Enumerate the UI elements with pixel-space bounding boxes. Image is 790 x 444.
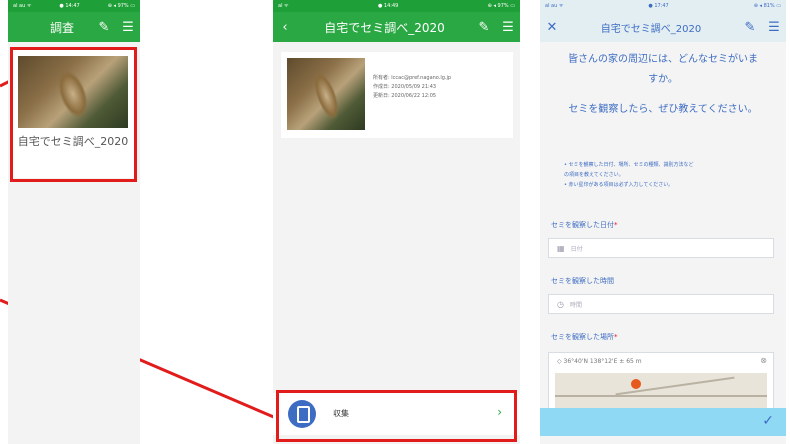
instruction-line: • セミを観察した日付、場所、セミの種類、識別方法など	[564, 162, 694, 168]
menu-icon[interactable]: ☰	[762, 20, 786, 35]
location-field[interactable]: ◇ 36°40'N 138°12'E ± 65 m ⊗	[548, 352, 774, 410]
clock-text: ● 17:47	[648, 3, 669, 9]
updated-text: 更新日: 2020/06/22 12:05	[373, 93, 437, 99]
question-line-1: 皆さんの家の周辺には、どんなセミがいま	[568, 54, 758, 65]
calendar-icon: ▦	[557, 243, 565, 253]
highlight-box-collect	[276, 390, 517, 442]
close-icon[interactable]: ✕	[540, 20, 564, 35]
app-header: ‹ 自宅でセミ調べ_2020 ✎ ☰	[273, 12, 520, 42]
app-header: 調査 ✎ ☰	[8, 12, 140, 42]
battery-text: ⊕ ◂ 97% ▭	[487, 3, 515, 9]
clear-icon[interactable]: ⊗	[760, 356, 767, 365]
submit-check-icon[interactable]: ✓	[762, 413, 774, 429]
app-header: ✕ 自宅でセミ調べ_2020 ✎ ☰	[540, 12, 786, 42]
survey-meta: 所有者: lccac@pref.nagano.lg.jp 作成日: 2020/0…	[373, 74, 451, 101]
signal-text: al ᯤ	[278, 3, 289, 9]
signal-text: al au ᯤ	[545, 3, 564, 9]
page-title: 自宅でセミ調べ_2020	[324, 20, 445, 35]
pen-icon[interactable]: ✎	[738, 20, 762, 35]
status-bar: al au ᯤ ● 17:47 ⊕ ◂ 81% ▭	[540, 0, 786, 12]
owner-text: 所有者: lccac@pref.nagano.lg.jp	[373, 75, 452, 81]
survey-detail-card: 所有者: lccac@pref.nagano.lg.jp 作成日: 2020/0…	[281, 52, 513, 138]
page-title: 自宅でセミ調べ_2020	[600, 23, 702, 35]
instructions: • セミを観察した日付、場所、セミの種類、識別方法など の項目を教えてください。…	[564, 160, 694, 190]
clock-icon: ◷	[557, 299, 564, 309]
battery-text: ⊕ ◂ 97% ▭	[107, 3, 135, 9]
screen-survey-detail: al ᯤ ● 14:49 ⊕ ◂ 97% ▭ ‹ 自宅でセミ調べ_2020 ✎ …	[273, 0, 520, 444]
date-field-label: セミを観察した日付*	[551, 221, 618, 229]
battery-text: ⊕ ◂ 81% ▭	[753, 3, 781, 9]
menu-icon[interactable]: ☰	[116, 20, 140, 35]
instruction-line: の項目を教えてください。	[564, 172, 624, 178]
clock-text: ● 14:47	[59, 3, 80, 9]
cicada-photo	[287, 58, 365, 130]
location-map[interactable]	[555, 373, 767, 409]
back-icon[interactable]: ‹	[273, 20, 297, 35]
pen-icon[interactable]: ✎	[92, 20, 116, 35]
form-action-bar: ✓	[540, 408, 786, 436]
screen-collect-form: al au ᯤ ● 17:47 ⊕ ◂ 81% ▭ ✕ 自宅でセミ調べ_2020…	[540, 0, 786, 444]
pen-icon[interactable]: ✎	[472, 20, 496, 35]
map-pin-icon	[631, 379, 641, 389]
question-line-2: すか。	[648, 74, 678, 85]
location-field-label: セミを観察した場所*	[551, 333, 618, 341]
created-text: 作成日: 2020/05/09 21:43	[373, 84, 437, 90]
page-title: 調査	[49, 20, 74, 35]
status-bar: al au ᯤ ● 14:47 ⊕ ◂ 97% ▭	[8, 0, 140, 12]
highlight-box-survey	[10, 47, 137, 182]
status-bar: al ᯤ ● 14:49 ⊕ ◂ 97% ▭	[273, 0, 520, 12]
screen-survey-list: al au ᯤ ● 14:47 ⊕ ◂ 97% ▭ 調査 ✎ ☰ 自宅でセミ調べ…	[8, 0, 140, 444]
time-field-label: セミを観察した時間	[551, 277, 614, 285]
date-field[interactable]: ▦ 日付	[548, 238, 774, 258]
instruction-line: • 赤い星印がある項目は必ず入力してください。	[564, 182, 674, 188]
question-line-3: セミを観察したら、ぜひ教えてください。	[568, 104, 758, 115]
menu-icon[interactable]: ☰	[496, 20, 520, 35]
location-value: ◇ 36°40'N 138°12'E ± 65 m	[557, 358, 642, 365]
time-field[interactable]: ◷ 時間	[548, 294, 774, 314]
clock-text: ● 14:49	[377, 3, 399, 9]
signal-text: al au ᯤ	[13, 3, 32, 9]
